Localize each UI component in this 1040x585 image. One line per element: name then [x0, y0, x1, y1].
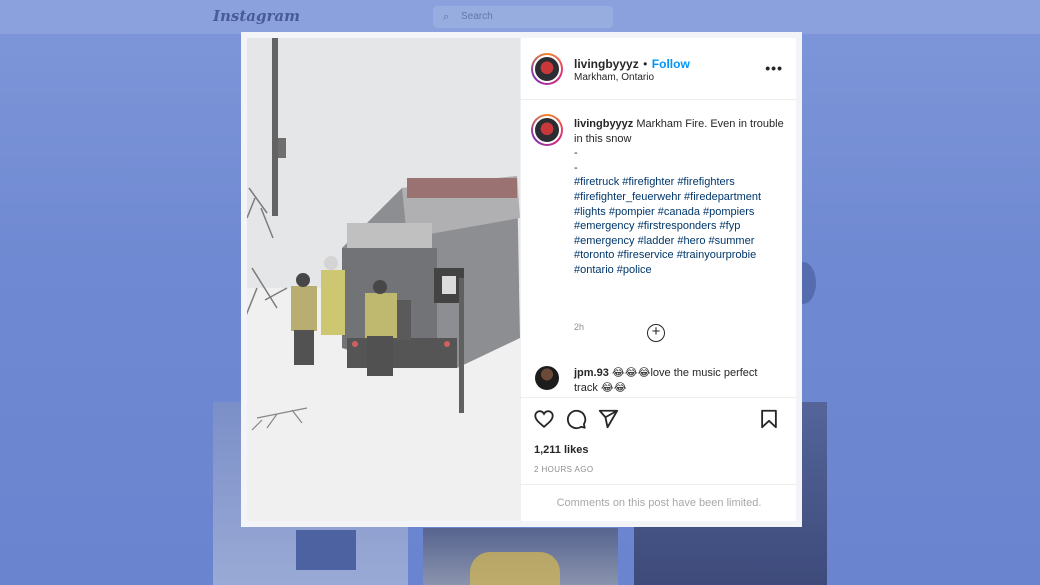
header-name-row: livingbyyyz • Follow	[574, 55, 690, 73]
hashtag-line[interactable]: #firefighter_feuerwehr #firedepartment	[574, 190, 786, 205]
caption-timestamp: 2h	[574, 322, 585, 332]
comment-text-block: jpm.93 😂😂😂love the music perfect track 😂…	[574, 366, 784, 395]
share-icon[interactable]	[597, 408, 619, 430]
bookmark-icon[interactable]	[758, 408, 780, 430]
caption-text-block: livingbyyyz Markham Fire. Even in troubl…	[574, 117, 786, 278]
background-grid-tile-detail	[296, 530, 356, 570]
hashtag-list: #firetruck #firefighter #firefighters #f…	[574, 175, 786, 277]
instagram-logo: Instagram	[213, 7, 300, 25]
background-taxi-shape	[470, 552, 560, 585]
hashtag-line[interactable]: #emergency #firstresponders #fyp	[574, 219, 786, 234]
caption-dash: -	[574, 161, 578, 174]
follow-button[interactable]: Follow	[652, 57, 690, 71]
search-placeholder: Search	[461, 11, 493, 22]
more-horizontal-icon[interactable]: •••	[765, 60, 783, 76]
post-actions: 1,211 likes 2 HOURS AGO Comments on this…	[521, 397, 797, 521]
caption-dash: -	[574, 147, 578, 160]
hashtag-line[interactable]: #firetruck #firefighter #firefighters	[574, 175, 786, 190]
background-search-bar: ⌕ Search	[433, 6, 613, 28]
comment-emoji: 😂😂😂	[611, 367, 651, 379]
caption-author-avatar[interactable]	[531, 114, 563, 146]
author-avatar[interactable]	[531, 53, 563, 85]
heart-icon[interactable]	[533, 408, 555, 430]
hashtag-line[interactable]: #toronto #fireservice #trainyourprobie	[574, 248, 786, 263]
comments-limited-notice: Comments on this post have been limited.	[521, 484, 797, 522]
post-details-panel: livingbyyyz • Follow Markham, Ontario ••…	[520, 38, 797, 521]
search-icon: ⌕	[443, 11, 450, 23]
author-username[interactable]: livingbyyyz	[574, 57, 639, 71]
commenter-username[interactable]: jpm.93	[574, 367, 609, 379]
likes-count[interactable]: 1,211 likes	[534, 444, 588, 456]
commenter-avatar[interactable]	[535, 366, 559, 390]
hashtag-line[interactable]: #emergency #ladder #hero #summer	[574, 234, 786, 249]
post-modal: livingbyyyz • Follow Markham, Ontario ••…	[241, 32, 802, 527]
hashtag-line[interactable]: #ontario #police	[574, 263, 786, 278]
comment-icon[interactable]	[565, 408, 587, 430]
post-header: livingbyyyz • Follow Markham, Ontario ••…	[521, 38, 797, 100]
hashtag-line[interactable]: #lights #pompier #canada #pompiers	[574, 205, 786, 220]
post-time-ago: 2 HOURS AGO	[534, 465, 594, 474]
caption-username[interactable]: livingbyyyz	[574, 118, 633, 130]
comment-emoji: 😂😂	[600, 381, 627, 394]
post-photo[interactable]	[247, 38, 520, 521]
plus-circle-icon[interactable]: +	[647, 324, 665, 342]
fire-truck-snow-image	[247, 38, 520, 521]
post-location[interactable]: Markham, Ontario	[574, 72, 654, 83]
separator-dot: •	[643, 57, 648, 71]
